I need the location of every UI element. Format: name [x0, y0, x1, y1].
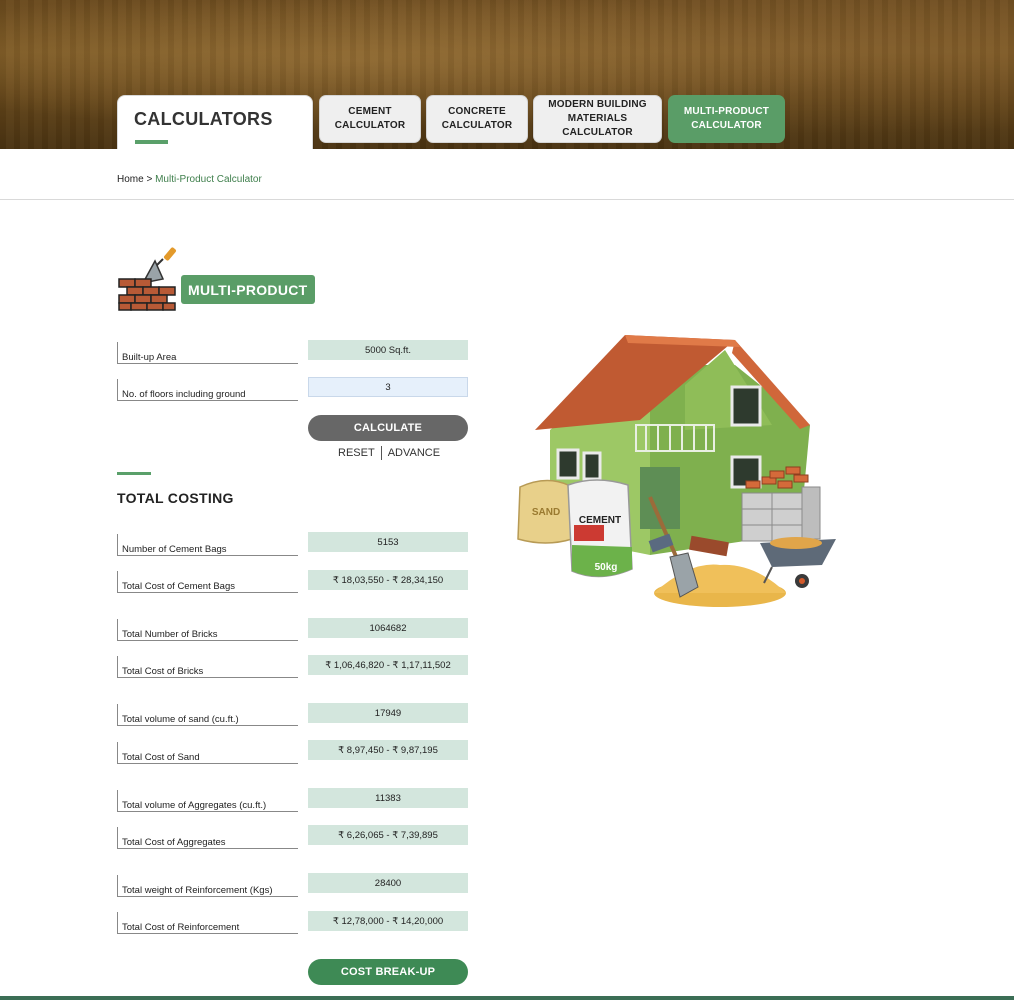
- tab-multi-product-calculator[interactable]: MULTI-PRODUCT CALCULATOR: [668, 95, 785, 143]
- breadcrumb: Home > Multi-Product Calculator: [117, 174, 262, 185]
- cost-breakup-button[interactable]: COST BREAK-UP: [308, 959, 468, 985]
- link-separator: [380, 446, 382, 460]
- reinforcement-weight-value: 28400: [308, 873, 468, 893]
- sand-volume-value: 17949: [308, 703, 468, 723]
- floors-input[interactable]: 3: [308, 377, 468, 397]
- built-up-area-field[interactable]: 5000 Sq.ft.: [308, 340, 468, 360]
- calculate-button[interactable]: CALCULATE: [308, 415, 468, 441]
- brick-trowel-icon: [118, 247, 176, 311]
- reinforcement-cost-label: Total Cost of Reinforcement: [117, 912, 298, 934]
- total-costing-title: TOTAL COSTING: [117, 490, 234, 506]
- footer-border: [0, 996, 1014, 1000]
- breadcrumb-current: Multi-Product Calculator: [155, 174, 262, 185]
- tab-modern-building-materials-calculator[interactable]: MODERN BUILDING MATERIALS CALCULATOR: [533, 95, 662, 143]
- sand-cost-label: Total Cost of Sand: [117, 742, 298, 764]
- calculators-header-tab: CALCULATORS: [117, 95, 313, 149]
- bricks-cost-label: Total Cost of Bricks: [117, 656, 298, 678]
- sand-bag: SAND: [517, 479, 573, 544]
- wheelbarrow: [760, 537, 836, 588]
- aggregates-volume-label: Total volume of Aggregates (cu.ft.): [117, 790, 298, 812]
- aggregates-cost-label: Total Cost of Aggregates: [117, 827, 298, 849]
- header-divider: [0, 199, 1014, 200]
- block-wall: [741, 486, 821, 542]
- bricks-cost-value: ₹ 1,06,46,820 - ₹ 1,17,11,502: [308, 655, 468, 675]
- cement-cost-label: Total Cost of Cement Bags: [117, 571, 298, 593]
- form-links: RESET ADVANCE: [338, 446, 440, 460]
- product-badge-label: MULTI-PRODUCT: [181, 275, 315, 304]
- advance-link[interactable]: ADVANCE: [388, 447, 440, 459]
- built-up-area-label: Built-up Area: [117, 342, 298, 364]
- cement-bag-weight: 50kg: [595, 562, 618, 573]
- breadcrumb-home-link[interactable]: Home: [117, 174, 144, 185]
- cement-bag-text: CEMENT: [579, 515, 621, 526]
- reinforcement-cost-value: ₹ 12,78,000 - ₹ 14,20,000: [308, 911, 468, 931]
- reset-link[interactable]: RESET: [338, 447, 375, 459]
- section-accent-bar: [117, 472, 151, 475]
- calculators-title: CALCULATORS: [134, 109, 273, 129]
- house-materials-illustration: SAND CEMENT 50kg: [517, 335, 836, 607]
- cement-bag: CEMENT 50kg: [567, 479, 633, 578]
- title-underline: [135, 140, 168, 144]
- bricks-number-label: Total Number of Bricks: [117, 619, 298, 641]
- breadcrumb-separator: >: [146, 174, 153, 185]
- aggregates-volume-value: 11383: [308, 788, 468, 808]
- reinforcement-weight-label: Total weight of Reinforcement (Kgs): [117, 875, 298, 897]
- tab-cement-calculator[interactable]: CEMENT CALCULATOR: [319, 95, 421, 143]
- sand-volume-label: Total volume of sand (cu.ft.): [117, 704, 298, 726]
- product-badge: MULTI-PRODUCT: [117, 245, 317, 315]
- bricks-number-value: 1064682: [308, 618, 468, 638]
- floors-label: No. of floors including ground: [117, 379, 298, 401]
- sand-cost-value: ₹ 8,97,450 - ₹ 9,87,195: [308, 740, 468, 760]
- cement-bags-value: 5153: [308, 532, 468, 552]
- aggregates-cost-value: ₹ 6,26,065 - ₹ 7,39,895: [308, 825, 468, 845]
- cement-cost-value: ₹ 18,03,550 - ₹ 28,34,150: [308, 570, 468, 590]
- cement-bags-label: Number of Cement Bags: [117, 534, 298, 556]
- tab-concrete-calculator[interactable]: CONCRETE CALCULATOR: [426, 95, 528, 143]
- sand-bag-text: SAND: [532, 507, 560, 518]
